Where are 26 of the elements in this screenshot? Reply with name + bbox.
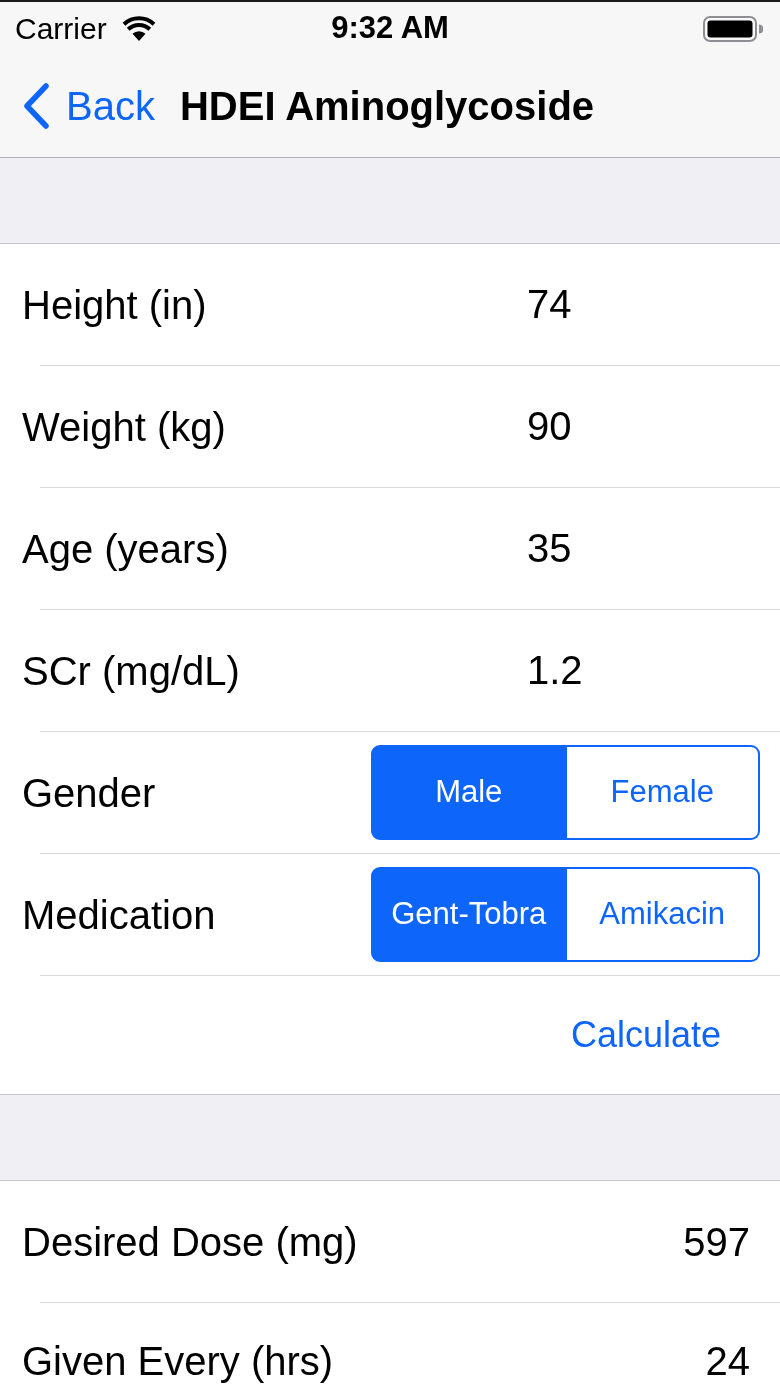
field-label: Age (years) bbox=[22, 527, 230, 570]
text-field[interactable]: 90 bbox=[527, 403, 760, 450]
result-label: Given Every (hrs) bbox=[22, 1340, 334, 1382]
screen-title: HDEI Aminoglycoside bbox=[179, 84, 595, 128]
wifi-icon bbox=[121, 15, 156, 42]
result-label: Desired Dose (mg) bbox=[22, 1220, 358, 1263]
text-field[interactable]: 35 bbox=[527, 525, 760, 572]
chevron-left-icon bbox=[22, 83, 50, 129]
field-label: Weight (kg) bbox=[22, 405, 227, 448]
segment-button[interactable]: Male bbox=[371, 745, 567, 840]
field-label: SCr (mg/dL) bbox=[22, 649, 241, 692]
field-label: Gender bbox=[22, 771, 157, 814]
battery-icon bbox=[703, 15, 763, 42]
back-button[interactable]: Back bbox=[22, 83, 155, 129]
result-value: 597 bbox=[683, 1220, 750, 1263]
carrier-label: Carrier bbox=[15, 12, 107, 45]
segment-button[interactable]: Gent-Tobra bbox=[371, 867, 567, 962]
field-label: Height (in) bbox=[22, 283, 208, 326]
status-time: 9:32 AM bbox=[331, 11, 449, 46]
segment-button[interactable]: Amikacin bbox=[566, 867, 760, 962]
result-value: 24 bbox=[705, 1340, 750, 1382]
segment-button[interactable]: Female bbox=[566, 745, 760, 840]
text-field[interactable]: 74 bbox=[527, 281, 760, 328]
field-label: Medication bbox=[22, 893, 217, 936]
calculate-button[interactable]: Calculate bbox=[564, 1015, 727, 1055]
text-field[interactable]: 1.2 bbox=[527, 647, 760, 694]
